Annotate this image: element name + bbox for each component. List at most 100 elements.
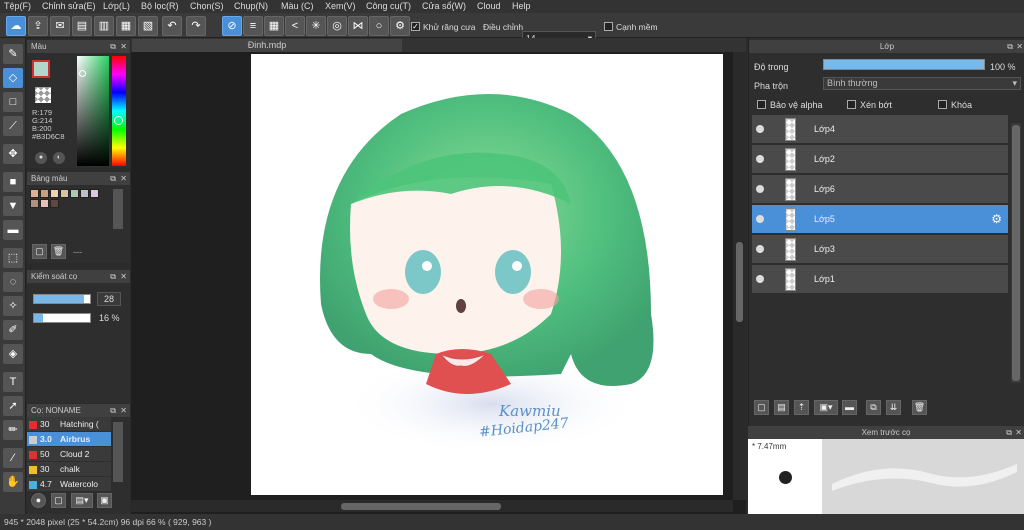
add-layer-menu-icon[interactable]: ▣▾ [814, 400, 838, 415]
brush-scrollbar[interactable] [113, 422, 123, 482]
background-color-swatch[interactable] [35, 87, 51, 103]
divider-icon[interactable]: ✏ [3, 420, 23, 440]
share-icon[interactable]: ⇪ [28, 16, 48, 36]
eye-icon[interactable] [756, 155, 764, 163]
palette-new-icon[interactable]: ▢ [32, 244, 47, 259]
palette-swatch[interactable] [30, 189, 39, 198]
lock-checkbox[interactable] [938, 100, 947, 109]
gradient-icon[interactable]: ▬ [3, 220, 23, 240]
brush-item[interactable]: 30 Hatching ( [27, 417, 111, 431]
save-icon[interactable]: ▦ [116, 16, 136, 36]
brush-item[interactable]: 30 chalk [27, 462, 111, 476]
palette-swatch[interactable] [70, 189, 79, 198]
clipping-checkbox[interactable] [847, 100, 856, 109]
layer-row[interactable]: Lớp6 [752, 175, 1008, 204]
menu-layer[interactable]: Lớp(L) [103, 1, 130, 11]
hand-icon[interactable]: ✋ [3, 472, 23, 492]
menu-view[interactable]: Xem(V) [325, 1, 356, 11]
color-history-icon[interactable]: ◐ [53, 152, 65, 164]
brush-size-slider[interactable] [33, 294, 91, 304]
antialias-checkbox[interactable]: ✓ [411, 22, 420, 31]
eye-icon[interactable] [756, 125, 764, 133]
select-eraser-icon[interactable]: ◈ [3, 344, 23, 364]
popout-icon[interactable]: ⧉ [110, 172, 116, 185]
brush-item[interactable]: 50 Cloud 2 [27, 447, 111, 461]
layer-row[interactable]: Lớp4 [752, 115, 1008, 144]
redo-icon[interactable]: ↷ [186, 16, 206, 36]
saturation-value-picker[interactable] [77, 56, 109, 166]
marquee-icon[interactable]: ⬚ [3, 248, 23, 268]
eye-icon[interactable] [756, 245, 764, 253]
close-icon[interactable]: ✕ [120, 172, 127, 185]
popout-icon[interactable]: ⧉ [110, 270, 116, 283]
line-icon[interactable]: ⟋ [3, 116, 23, 136]
eye-icon[interactable] [756, 215, 764, 223]
foreground-color-swatch[interactable] [32, 60, 50, 78]
menu-filter[interactable]: Bộ lọc(R) [141, 1, 179, 11]
layer-opacity-slider[interactable] [823, 59, 985, 70]
protect-alpha-checkbox[interactable] [757, 100, 766, 109]
layer-up-icon[interactable]: ⇡ [794, 400, 809, 415]
popout-icon[interactable]: ⧉ [1006, 426, 1012, 439]
eye-icon[interactable] [756, 185, 764, 193]
menu-window[interactable]: Cửa sổ(W) [422, 1, 466, 11]
perspective-snap-icon[interactable]: < [285, 16, 305, 36]
drawing-canvas[interactable]: Kawmiu #Hoidap247 [251, 54, 723, 495]
menu-file[interactable]: Tệp(F) [4, 1, 31, 11]
color-mode-icon[interactable]: ● [35, 152, 47, 164]
horizontal-scrollbar[interactable] [131, 500, 733, 512]
close-icon[interactable]: ✕ [1016, 40, 1023, 53]
curve-snap-icon[interactable]: ⋈ [348, 16, 368, 36]
palette-swatch[interactable] [40, 189, 49, 198]
gear-icon[interactable]: ⚙ [991, 212, 1002, 226]
layer-row[interactable]: Lớp1 [752, 265, 1008, 294]
operation-icon[interactable]: ➚ [3, 396, 23, 416]
palette-swatch[interactable] [50, 189, 59, 198]
hue-slider[interactable] [112, 56, 126, 166]
tab-document[interactable]: Đinh.mdp [132, 39, 402, 52]
cloud-icon[interactable]: ☁ [6, 16, 26, 36]
layer-row[interactable]: Lớp5 ⚙ [752, 205, 1008, 234]
eye-icon[interactable] [756, 275, 764, 283]
vertical-scrollbar[interactable] [733, 52, 746, 500]
palette-swatch[interactable] [80, 189, 89, 198]
menu-cloud[interactable]: Cloud [477, 1, 501, 11]
duplicate-layer-icon[interactable]: ⧉ [866, 400, 881, 415]
menu-edit[interactable]: Chỉnh sửa(E) [42, 1, 96, 11]
parallel-snap-icon[interactable]: ≡ [243, 16, 263, 36]
open-icon[interactable]: ▥ [94, 16, 114, 36]
brush-item[interactable]: 3.0 Airbrus [27, 432, 111, 446]
brush-icon[interactable]: ✎ [3, 44, 23, 64]
export-icon[interactable]: ▧ [138, 16, 158, 36]
fill-icon[interactable]: ▼ [3, 196, 23, 216]
layer-row[interactable]: Lớp2 [752, 145, 1008, 174]
grid-snap-icon[interactable]: ▦ [264, 16, 284, 36]
new-layer-icon[interactable]: ▢ [754, 400, 769, 415]
popout-icon[interactable]: ⧉ [110, 404, 116, 417]
palette-scrollbar[interactable] [113, 189, 123, 229]
lasso-icon[interactable]: ◌ [3, 272, 23, 292]
blend-mode-select[interactable]: Bình thường ▾ [823, 77, 1021, 90]
comment-icon[interactable]: ✉ [50, 16, 70, 36]
close-icon[interactable]: ✕ [120, 270, 127, 283]
radial-snap-icon[interactable]: ✳ [306, 16, 326, 36]
folder-icon[interactable]: ▬ [842, 400, 857, 415]
brush-download-icon[interactable]: ● [31, 493, 46, 508]
delete-layer-icon[interactable]: 🗑 [912, 400, 927, 415]
close-icon[interactable]: ✕ [120, 40, 127, 53]
palette-swatch[interactable] [50, 199, 59, 208]
select-rect-icon[interactable]: □ [3, 92, 23, 112]
shape-icon[interactable]: ■ [3, 172, 23, 192]
popout-icon[interactable]: ⧉ [110, 40, 116, 53]
vertical-scroll-thumb[interactable] [736, 242, 743, 322]
text-icon[interactable]: T [3, 372, 23, 392]
layer-row[interactable]: Lớp3 [752, 235, 1008, 264]
brush-new-icon[interactable]: ▢ [51, 493, 66, 508]
eyedropper-icon[interactable]: ⁄ [3, 448, 23, 468]
settings-snap-icon[interactable]: ⚙ [390, 16, 410, 36]
brush-item[interactable]: 4.7 Watercolo [27, 477, 111, 491]
menu-select[interactable]: Chọn(S) [190, 1, 224, 11]
layer-scroll-thumb[interactable] [1012, 125, 1020, 381]
magic-wand-icon[interactable]: ✧ [3, 296, 23, 316]
brush-settings-icon[interactable]: ▣ [97, 493, 112, 508]
